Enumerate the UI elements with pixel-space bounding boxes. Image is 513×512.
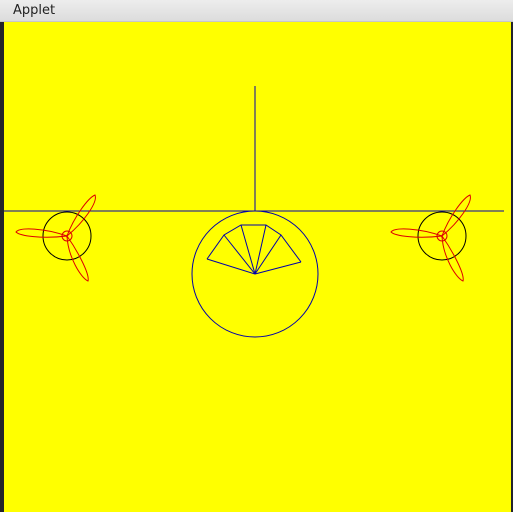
left-engine (15, 194, 96, 282)
window-titlebar[interactable]: Applet (0, 0, 513, 22)
left-propeller (15, 194, 96, 282)
right-engine (390, 194, 471, 282)
airplane-drawing (4, 86, 504, 338)
right-propeller (390, 194, 471, 282)
window-title: Applet (13, 3, 56, 18)
applet-window: Applet (0, 0, 513, 512)
cockpit-fan (206, 224, 302, 275)
applet-canvas[interactable] (4, 22, 511, 512)
